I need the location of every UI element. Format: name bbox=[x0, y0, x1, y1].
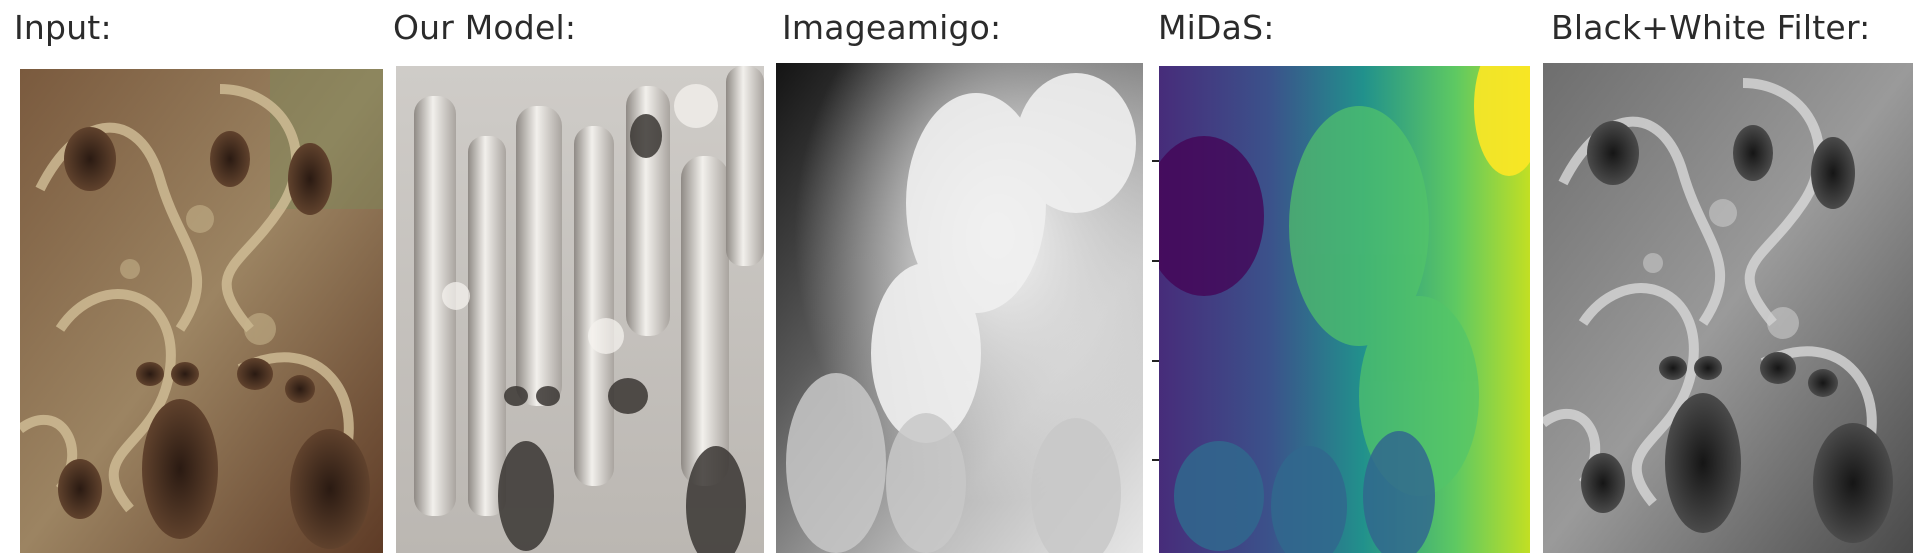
midas-axis-ticks bbox=[1152, 66, 1160, 553]
label-bw-filter: Black+White Filter: bbox=[1551, 8, 1871, 47]
bw-filter-image-art bbox=[1543, 63, 1913, 553]
label-our-model: Our Model: bbox=[393, 8, 577, 47]
our-model-image bbox=[396, 66, 764, 553]
imageamigo-image bbox=[776, 63, 1143, 553]
input-image-art bbox=[20, 69, 383, 553]
midas-tick bbox=[1152, 260, 1159, 262]
input-image bbox=[20, 69, 383, 553]
imageamigo-image-art bbox=[776, 63, 1143, 553]
midas-tick bbox=[1152, 160, 1159, 162]
our-model-image-art bbox=[396, 66, 764, 553]
midas-tick bbox=[1152, 360, 1159, 362]
label-midas: MiDaS: bbox=[1158, 8, 1275, 47]
midas-image bbox=[1159, 66, 1530, 553]
midas-tick bbox=[1152, 459, 1159, 461]
label-imageamigo: Imageamigo: bbox=[782, 8, 1002, 47]
bw-filter-image bbox=[1543, 63, 1913, 553]
label-input: Input: bbox=[14, 8, 112, 47]
midas-image-art bbox=[1159, 66, 1530, 553]
